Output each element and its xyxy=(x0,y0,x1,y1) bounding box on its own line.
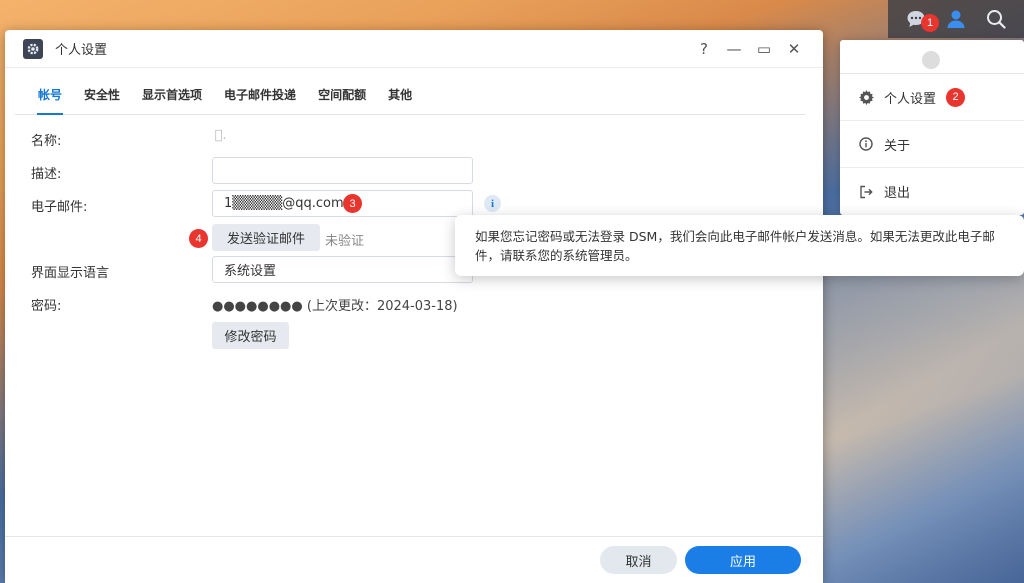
description-input[interactable] xyxy=(212,157,473,184)
password-label: 密码: xyxy=(31,299,62,314)
gear-icon xyxy=(858,89,874,105)
info-icon xyxy=(858,137,874,151)
send-verification-button[interactable]: 发送验证邮件 xyxy=(212,224,320,251)
name-label: 名称: xyxy=(31,134,62,149)
settings-tabs: 帐号 安全性 显示首选项 电子邮件投递 空间配额 其他 xyxy=(15,80,805,115)
logout-icon xyxy=(858,185,874,199)
name-value: ﾞ. xyxy=(212,128,227,143)
help-button[interactable]: ? xyxy=(689,40,719,58)
language-value: 系统设置 xyxy=(224,264,277,279)
close-button[interactable]: ✕ xyxy=(779,40,809,58)
description-label: 描述: xyxy=(31,167,62,182)
window-title: 个人设置 xyxy=(55,43,108,58)
tab-account[interactable]: 帐号 xyxy=(31,80,69,115)
settings-app-icon xyxy=(23,38,43,59)
tab-others[interactable]: 其他 xyxy=(381,80,419,114)
user-button[interactable] xyxy=(943,6,969,32)
minimize-button[interactable]: — xyxy=(719,40,749,58)
window-titlebar: 个人设置 ? — ▭ ✕ xyxy=(5,30,823,68)
tab-security[interactable]: 安全性 xyxy=(77,80,127,114)
menu-item-logout[interactable]: 退出 xyxy=(840,168,1024,215)
language-select[interactable]: 系统设置 xyxy=(212,256,473,283)
top-taskbar: 1 xyxy=(888,0,1024,38)
menu-item-label: 关于 xyxy=(884,138,911,154)
unverified-status: 未验证 xyxy=(325,234,365,249)
menu-item-about[interactable]: 关于 xyxy=(840,121,1024,168)
user-menu: 个人设置 2 关于 退出 xyxy=(840,40,1024,215)
menu-item-label: 个人设置 xyxy=(884,91,937,107)
annotation-badge-3: 3 xyxy=(343,194,362,213)
notification-badge: 1 xyxy=(921,14,939,32)
gear-icon xyxy=(27,43,39,54)
password-value: ●●●●●●●● (上次更改：2024-03-18) xyxy=(212,299,458,314)
apply-button[interactable]: 应用 xyxy=(685,546,801,574)
email-info-tooltip: 如果您忘记密码或无法登录 DSM，我们会向此电子邮件帐户发送消息。如果无法更改此… xyxy=(455,215,1024,276)
personal-settings-window: 个人设置 ? — ▭ ✕ 帐号 安全性 显示首选项 电子邮件投递 空间配额 其他… xyxy=(5,30,823,583)
email-value: 1▒▒▒▒▒@qq.com xyxy=(224,196,344,211)
menu-username xyxy=(840,40,1024,74)
tab-email-delivery[interactable]: 电子邮件投递 xyxy=(217,80,303,114)
annotation-badge-4: 4 xyxy=(189,229,208,248)
desktop-background xyxy=(820,270,1024,583)
info-icon[interactable]: i xyxy=(484,195,501,212)
email-label: 电子邮件: xyxy=(31,200,88,215)
menu-item-personal-settings[interactable]: 个人设置 2 xyxy=(840,74,1024,121)
tab-display-preferences[interactable]: 显示首选项 xyxy=(135,80,209,114)
cancel-button[interactable]: 取消 xyxy=(600,546,677,574)
search-icon xyxy=(987,10,1006,29)
tab-quota[interactable]: 空间配额 xyxy=(311,80,373,114)
notifications-button[interactable]: 1 xyxy=(903,6,939,32)
user-icon xyxy=(947,10,965,28)
menu-item-label: 退出 xyxy=(884,186,911,201)
language-label: 界面显示语言 xyxy=(31,266,110,281)
search-button[interactable] xyxy=(983,6,1009,32)
change-password-button[interactable]: 修改密码 xyxy=(212,322,289,349)
window-footer: 取消 应用 xyxy=(5,536,823,583)
maximize-button[interactable]: ▭ xyxy=(749,40,779,58)
annotation-badge-2: 2 xyxy=(946,87,966,107)
avatar xyxy=(921,50,940,69)
